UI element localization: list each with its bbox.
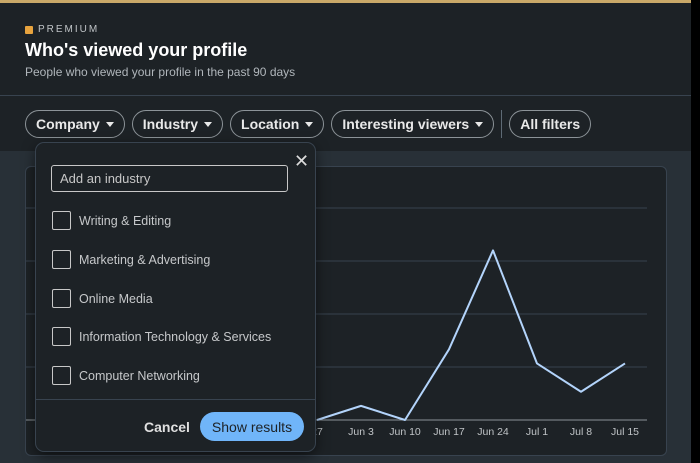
filter-separator — [501, 110, 503, 138]
x-tick-label: Jul 8 — [570, 426, 592, 438]
all-filters-label: All filters — [520, 116, 581, 132]
location-filter-button[interactable]: Location — [230, 110, 325, 138]
industry-option-writing-editing[interactable]: Writing & Editing — [52, 211, 171, 230]
show-results-button[interactable]: Show results — [200, 412, 304, 441]
checkbox[interactable] — [52, 366, 71, 385]
industry-search-input[interactable] — [51, 165, 288, 192]
all-filters-button[interactable]: All filters — [509, 110, 592, 138]
checkbox[interactable] — [52, 250, 71, 269]
x-tick-label: Jun 3 — [348, 426, 374, 438]
x-tick-label: Jul 1 — [526, 426, 548, 438]
page-subtitle: People who viewed your profile in the pa… — [25, 65, 296, 79]
option-label: Online Media — [79, 291, 153, 306]
views-series-line — [316, 249, 626, 421]
x-tick-label: Jul 15 — [611, 426, 639, 438]
checkbox[interactable] — [52, 327, 71, 346]
company-filter-button[interactable]: Company — [25, 110, 125, 138]
checkbox[interactable] — [52, 211, 71, 230]
x-tick-label: Jun 24 — [477, 426, 509, 438]
caret-down-icon — [204, 121, 213, 127]
option-label: Marketing & Advertising — [79, 252, 211, 267]
option-label: Information Technology & Services — [79, 329, 272, 344]
premium-badge: PREMIUM — [25, 24, 99, 35]
company-filter-label: Company — [36, 116, 100, 132]
page-title: Who's viewed your profile — [25, 40, 248, 60]
profile-views-page: PREMIUM Who's viewed your profile People… — [0, 0, 691, 463]
cancel-button[interactable]: Cancel — [144, 419, 190, 435]
x-tick-label: Jun 17 — [433, 426, 465, 438]
industry-dropdown: ✕ Writing & Editing Marketing & Advertis… — [36, 143, 315, 451]
industry-option-marketing-advertising[interactable]: Marketing & Advertising — [52, 250, 210, 269]
industry-filter-label: Industry — [142, 116, 199, 132]
header-divider — [0, 95, 691, 96]
close-icon[interactable]: ✕ — [294, 151, 309, 172]
option-label: Writing & Editing — [79, 213, 172, 228]
industry-option-computer-networking[interactable]: Computer Networking — [52, 366, 200, 385]
premium-label: PREMIUM — [38, 24, 100, 35]
caret-down-icon — [305, 121, 314, 127]
interesting-viewers-filter-label: Interesting viewers — [342, 116, 470, 132]
industry-option-information-technology[interactable]: Information Technology & Services — [52, 327, 271, 346]
filter-bar: Company Industry Location Interesting vi… — [25, 110, 598, 138]
checkbox[interactable] — [52, 289, 71, 308]
x-tick-label: Jun 10 — [389, 426, 421, 438]
caret-down-icon — [105, 121, 114, 127]
option-label: Computer Networking — [79, 368, 200, 383]
location-filter-label: Location — [241, 116, 300, 132]
interesting-viewers-filter-button[interactable]: Interesting viewers — [331, 110, 495, 138]
industry-filter-button[interactable]: Industry — [131, 110, 224, 138]
dropdown-divider — [36, 399, 315, 400]
caret-down-icon — [475, 121, 484, 127]
industry-option-online-media[interactable]: Online Media — [52, 289, 153, 308]
premium-icon — [25, 25, 33, 34]
